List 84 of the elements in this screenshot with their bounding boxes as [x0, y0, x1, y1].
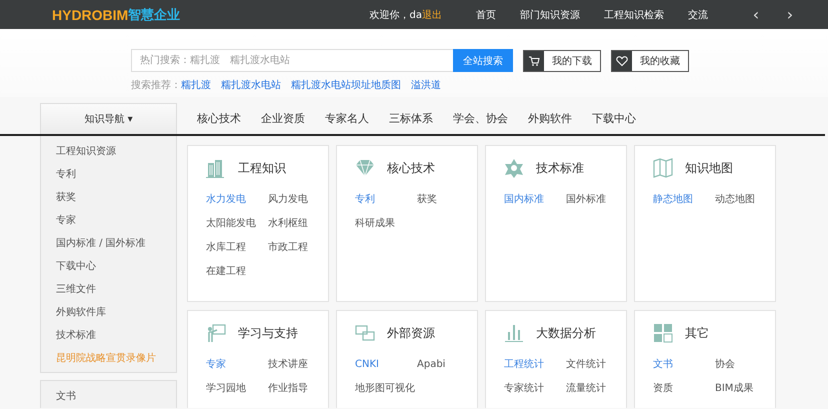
bar-chart-icon — [504, 323, 524, 343]
previous-button[interactable]: ‹ — [746, 5, 766, 24]
knowledge-nav-button[interactable]: 知识导航 ▾ — [40, 103, 177, 134]
sidebar-item[interactable]: 三维文件 — [41, 278, 176, 301]
category-link[interactable]: 静态地图 — [653, 192, 715, 208]
next-button[interactable]: › — [780, 5, 800, 24]
grid-icon — [653, 323, 673, 343]
sidebar-item[interactable]: 技术标准 — [41, 324, 176, 347]
sidebar-item[interactable]: 获奖 — [41, 186, 176, 209]
category-link[interactable]: Apabi — [417, 357, 479, 373]
heart-icon — [616, 54, 628, 66]
nav-link[interactable]: 首页 — [476, 8, 496, 22]
category-link[interactable]: 风力发电 — [268, 192, 330, 208]
search-field[interactable]: 热门搜索：糯扎渡 糯扎渡水电站 — [131, 49, 453, 72]
nav-tab[interactable]: 企业资质 — [261, 103, 305, 134]
category-link[interactable]: 在建工程 — [206, 264, 268, 280]
category-link[interactable]: 学习园地 — [206, 381, 268, 397]
card-title: 工程知识 — [238, 160, 286, 176]
card-title: 大数据分析 — [536, 324, 596, 342]
category-link[interactable]: 专利 — [355, 192, 417, 208]
category-link[interactable]: 科研成果 — [355, 216, 417, 232]
recommend-link[interactable]: 糯扎渡 — [181, 78, 211, 92]
card-title: 技术标准 — [536, 160, 584, 176]
recommend-link[interactable]: 糯扎渡水电站 — [221, 78, 281, 92]
nav-link[interactable]: 部门知识资源 — [520, 8, 580, 22]
category-link[interactable]: 资质 — [653, 381, 715, 397]
category-link[interactable]: 地形图可视化 — [355, 381, 417, 397]
favorites-button[interactable]: 我的收藏 — [611, 50, 689, 72]
category-link[interactable]: 工程统计 — [504, 357, 566, 373]
category-link[interactable]: 文书 — [653, 357, 715, 373]
nav-link[interactable]: 工程知识检索 — [604, 8, 664, 22]
diamond-icon — [355, 158, 375, 178]
nav-tab[interactable]: 外购软件 — [528, 103, 572, 134]
nav-tab[interactable]: 下载中心 — [592, 103, 636, 134]
card-title: 知识地图 — [685, 160, 733, 176]
category-link[interactable]: 动态地图 — [715, 192, 776, 208]
downloads-button[interactable]: 我的下载 — [523, 50, 601, 72]
logout-link[interactable]: 退出 — [422, 8, 442, 22]
category-link[interactable]: 流量统计 — [566, 381, 628, 397]
category-link[interactable]: 市政工程 — [268, 240, 330, 256]
card-title: 外部资源 — [387, 324, 435, 342]
recommend-link[interactable]: 溢洪道 — [411, 78, 441, 92]
card-title: 核心技术 — [387, 160, 435, 176]
category-link[interactable]: 国外标准 — [566, 192, 628, 208]
card-title: 其它 — [685, 324, 709, 342]
sidebar-item[interactable]: 文书 — [41, 385, 176, 408]
category-link[interactable]: 水力发电 — [206, 192, 268, 208]
category-link[interactable]: 水利枢纽 — [268, 216, 330, 232]
sidebar-item[interactable]: 下载中心 — [41, 255, 176, 278]
nav-tab[interactable]: 三标体系 — [389, 103, 433, 134]
search-button[interactable]: 全站搜索 — [453, 49, 513, 72]
cart-icon — [528, 54, 540, 66]
sidebar-item[interactable]: 国内标准 / 国外标准 — [41, 232, 176, 255]
category-link[interactable]: 技术讲座 — [268, 357, 330, 373]
category-link[interactable]: 国内标准 — [504, 192, 566, 208]
teacher-board-icon — [206, 323, 226, 343]
buildings-icon — [206, 158, 226, 178]
nav-tab[interactable]: 专家名人 — [325, 103, 369, 134]
map-icon — [653, 158, 673, 178]
card-title: 学习与支持 — [238, 324, 298, 342]
nav-link[interactable]: 交流 — [688, 8, 708, 22]
sidebar-item[interactable]: 工程知识资源 — [41, 140, 176, 163]
category-link[interactable]: 水库工程 — [206, 240, 268, 256]
category-link[interactable]: 太阳能发电 — [206, 216, 268, 232]
logo-text: HYDROBIM — [52, 6, 128, 22]
star-badge-icon — [504, 158, 524, 178]
category-link[interactable]: BIM成果 — [715, 381, 776, 397]
sidebar-item[interactable]: 专利 — [41, 163, 176, 186]
sidebar-item[interactable]: 外购软件库 — [41, 301, 176, 324]
nav-tab[interactable]: 学会、协会 — [453, 103, 508, 134]
category-link[interactable]: 专家统计 — [504, 381, 566, 397]
nav-tab[interactable]: 核心技术 — [197, 103, 241, 134]
welcome-text: 欢迎你，da — [370, 8, 422, 22]
category-link[interactable]: CNKI — [355, 357, 417, 373]
category-link[interactable]: 文件统计 — [566, 357, 628, 373]
category-link[interactable]: 协会 — [715, 357, 776, 373]
recommend-link[interactable]: 糯扎渡水电站坝址地质图 — [291, 78, 401, 92]
category-link[interactable]: 作业指导 — [268, 381, 330, 397]
recommend-label: 搜索推荐： — [131, 78, 181, 92]
category-link[interactable]: 获奖 — [417, 192, 479, 208]
sidebar-item[interactable]: 专家 — [41, 209, 176, 232]
category-link[interactable]: 专家 — [206, 357, 268, 373]
overlapping-squares-icon — [355, 323, 375, 343]
logo-subtitle: 智慧企业 — [128, 6, 180, 24]
